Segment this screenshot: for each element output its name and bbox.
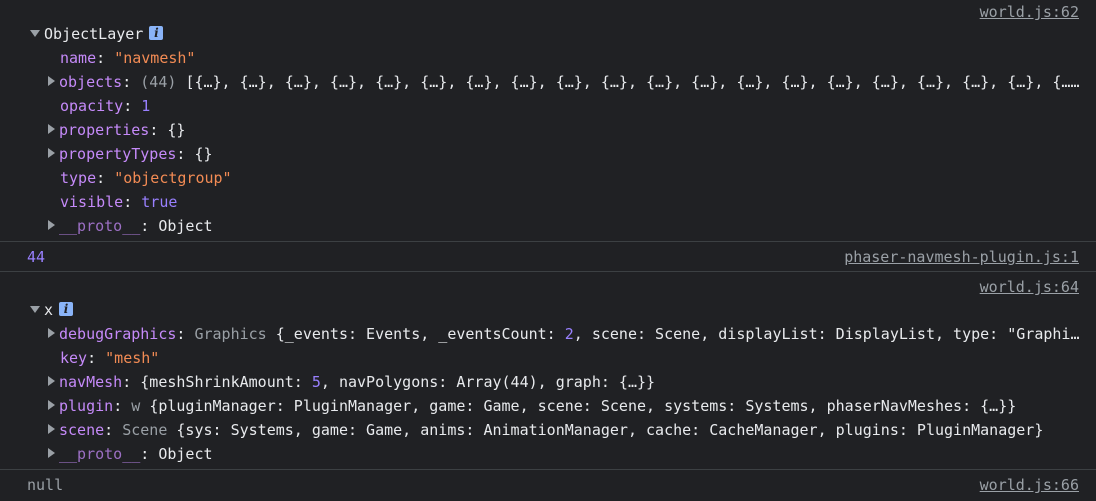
console-message-x: world.js:64 xi debugGraphics: Graphics {… [0,272,1096,469]
objectlayer-header[interactable]: ObjectLayer i [30,22,164,46]
prop-opacity: opacity: 1 [60,97,151,115]
source-link-navmesh-plugin[interactable]: phaser-navmesh-plugin.js:1 [844,245,1079,269]
expand-triangle-right-icon[interactable] [48,424,55,434]
console-message-objectlayer: world.js:62 ObjectLayer i name: "navmesh"… [0,0,1096,241]
console-message-null: null world.js:66 [0,470,1096,501]
prop-proto[interactable]: __proto__: Object [48,442,213,466]
prop-name: name: "navmesh" [60,49,196,67]
prop-type: type: "objectgroup" [60,169,232,187]
prop-navmesh[interactable]: navMesh: {meshShrinkAmount: 5, navPolygo… [48,370,1081,394]
prop-debuggraphics[interactable]: debugGraphics: Graphics {_events: Events… [48,322,1081,346]
prop-propertytypes[interactable]: propertyTypes: {} [48,142,213,166]
expand-triangle-right-icon[interactable] [48,76,55,86]
info-icon[interactable]: i [149,26,164,40]
console-message-count: 44 phaser-navmesh-plugin.js:1 [0,242,1096,271]
prop-scene[interactable]: scene: Scene {sys: Systems, game: Game, … [48,418,1081,442]
object-title: x [44,301,54,319]
logged-null: null [27,476,64,494]
prop-objects[interactable]: objects: (44) [{…}, {…}, {…}, {…}, {…}, … [48,70,1081,94]
expand-triangle-right-icon[interactable] [48,400,55,410]
logged-number: 44 [27,248,46,266]
source-link-world-66[interactable]: world.js:66 [980,473,1079,497]
prop-proto[interactable]: __proto__: Object [48,214,213,238]
expand-triangle-right-icon[interactable] [48,448,55,458]
x-header[interactable]: xi [30,298,74,322]
info-icon[interactable]: i [59,302,74,316]
prop-visible: visible: true [60,193,178,211]
expand-triangle-right-icon[interactable] [48,376,55,386]
expand-triangle-down-icon[interactable] [30,306,40,313]
prop-plugin[interactable]: plugin: w {pluginManager: PluginManager,… [48,394,1081,418]
expand-triangle-down-icon[interactable] [30,30,40,37]
object-title: ObjectLayer [44,25,144,43]
source-link-world-62[interactable]: world.js:62 [980,0,1079,24]
prop-key: key: "mesh" [60,349,160,367]
source-link-world-64[interactable]: world.js:64 [980,275,1079,299]
expand-triangle-right-icon[interactable] [48,328,55,338]
expand-triangle-right-icon[interactable] [48,124,55,134]
expand-triangle-right-icon[interactable] [48,148,55,158]
expand-triangle-right-icon[interactable] [48,220,55,230]
prop-properties[interactable]: properties: {} [48,118,185,142]
